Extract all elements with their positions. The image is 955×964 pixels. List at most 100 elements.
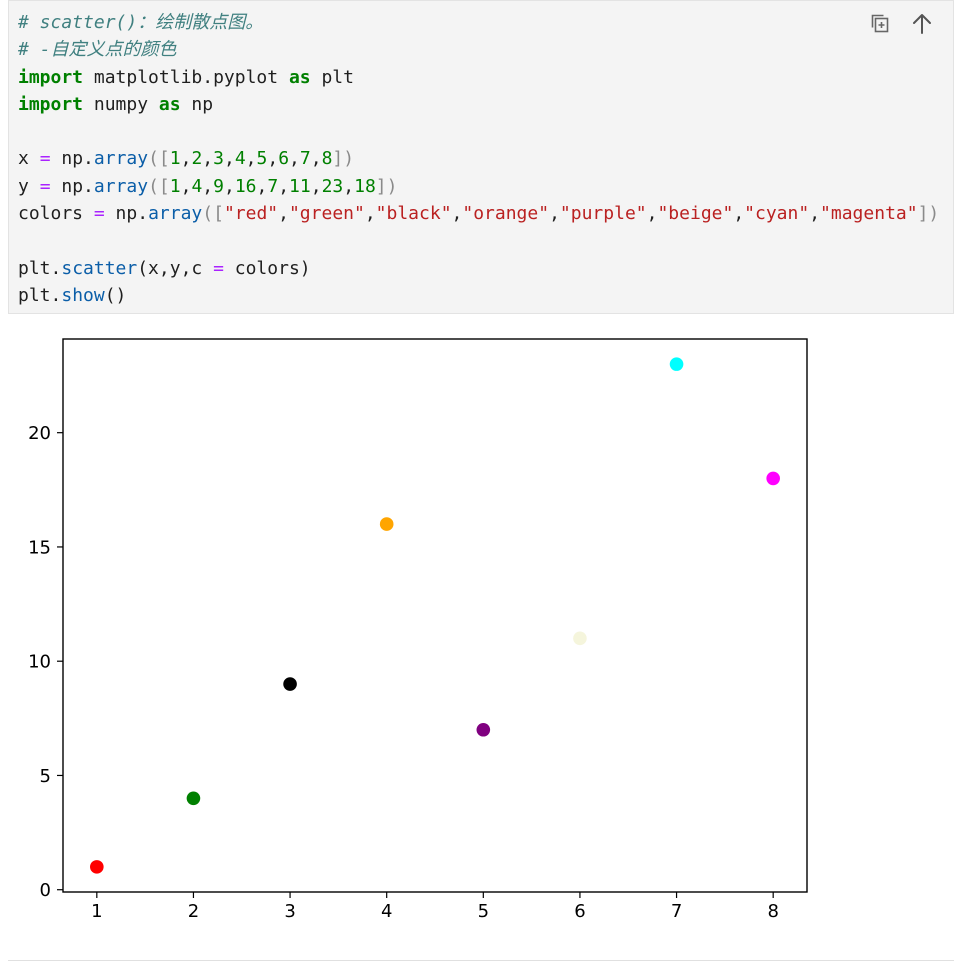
code-token: np: [180, 93, 214, 115]
y-tick-label: 5: [40, 766, 51, 787]
code-token: ,: [451, 203, 463, 225]
plot-area: [62, 338, 808, 893]
code-token: ,: [364, 203, 376, 225]
x-tick-label: 7: [671, 901, 682, 922]
code-token: # -自定义点的颜色: [18, 39, 177, 61]
divider: [8, 960, 954, 961]
code-token: array: [93, 175, 149, 197]
code-token: ,: [733, 203, 745, 225]
scroll-top-button[interactable]: [909, 11, 935, 37]
code-token: ,: [223, 175, 235, 197]
code-token: 8: [321, 148, 333, 170]
code-token: colors): [223, 257, 311, 279]
code-token: import: [18, 66, 84, 88]
code-token: 6: [278, 148, 290, 170]
code-token: ,: [202, 148, 214, 170]
code-token: 18: [354, 175, 376, 197]
code-cell[interactable]: # scatter()：绘制散点图。 # -自定义点的颜色 import matpl…: [8, 0, 954, 314]
code-token: ,: [256, 175, 268, 197]
x-tick-label: 5: [478, 901, 489, 922]
y-tick-label: 10: [28, 652, 51, 673]
code-line: x = np.array([1,2,3,4,5,6,7,8]): [18, 145, 939, 172]
code-token: ,: [809, 203, 821, 225]
code-token: ,: [245, 148, 257, 170]
code-token: plt.: [18, 257, 62, 279]
code-token: =: [39, 148, 51, 170]
code-token: np.: [50, 148, 94, 170]
y-tick-label: 20: [28, 423, 51, 444]
code-token: ]): [375, 175, 398, 197]
scatter-chart: 1 2 3 4 5 6 7 8 0 5 10 15 20: [28, 338, 808, 922]
code-token: ,: [202, 175, 214, 197]
scatter-point: [476, 722, 491, 737]
code-token: ,: [267, 148, 279, 170]
code-token: "green": [288, 203, 365, 225]
code-token: 4: [191, 175, 203, 197]
scatter-point: [379, 517, 394, 531]
code-token: numpy: [83, 93, 159, 115]
code-token: "red": [223, 203, 279, 225]
code-token: scatter: [61, 257, 138, 279]
code-token: (): [104, 284, 127, 306]
code-token: ,: [289, 148, 300, 170]
y-tick-label: 15: [28, 537, 51, 558]
x-tick-label: 4: [381, 901, 392, 922]
code-token: 11: [289, 175, 311, 197]
code-token: 9: [213, 175, 224, 197]
code-token: # scatter()：绘制散点图。: [18, 12, 264, 33]
code-token: ,: [223, 148, 235, 170]
scatter-point: [766, 471, 780, 486]
code-token: np.: [50, 175, 94, 197]
code-token: 7: [299, 148, 311, 170]
code-token: ,: [310, 148, 322, 170]
code-token: x: [18, 148, 40, 170]
code-token: 4: [234, 148, 246, 170]
code-token: ,: [549, 203, 560, 225]
code-token: =: [213, 257, 224, 279]
y-tick-label: 0: [40, 880, 51, 901]
scatter-point: [669, 357, 684, 371]
code-token: ]): [917, 203, 940, 225]
code-line: import numpy as np: [18, 91, 939, 118]
code-line: plt.scatter(x,y,c = colors): [18, 255, 939, 282]
code-token: "cyan": [744, 203, 810, 225]
scatter-point: [573, 631, 587, 646]
code-token: ]): [332, 148, 355, 170]
code-token: ([: [148, 175, 170, 197]
code-token: "purple": [559, 203, 647, 225]
scatter-point: [283, 677, 297, 691]
code-token: plt.: [18, 284, 62, 306]
copy-button[interactable]: [868, 11, 894, 37]
code-token: 16: [234, 175, 257, 197]
code-token: ,: [310, 175, 322, 197]
arrow-up-icon: [913, 14, 931, 34]
code-token: 1: [169, 148, 181, 170]
code-token: show: [61, 284, 105, 306]
code-token: array: [93, 148, 149, 170]
code-token: np.: [104, 203, 149, 225]
code-token: ,: [180, 148, 192, 170]
x-tick-label: 6: [574, 901, 585, 922]
code-token: ,: [646, 203, 658, 225]
code-token: "beige": [657, 203, 734, 225]
x-tick-label: 1: [91, 901, 102, 922]
code-token: 23: [321, 175, 344, 197]
code-token: 1: [169, 175, 181, 197]
code-token: 2: [191, 148, 203, 170]
code-token: "orange": [462, 203, 550, 225]
code-token: as: [158, 93, 181, 115]
code-token: ([: [148, 148, 170, 170]
scatter-point: [90, 860, 104, 874]
code-token: ,: [343, 175, 355, 197]
code-token: ,: [180, 175, 192, 197]
code-line: colors = np.array(["red","green","black"…: [18, 200, 939, 227]
x-tick-label: 2: [188, 901, 199, 922]
code-token: colors: [18, 203, 94, 225]
code-line: # scatter()：绘制散点图。: [18, 9, 939, 36]
code-token: "magenta": [820, 203, 918, 225]
code-token: ,: [278, 203, 289, 225]
code-token: 7: [267, 175, 279, 197]
code-token: =: [93, 203, 105, 225]
